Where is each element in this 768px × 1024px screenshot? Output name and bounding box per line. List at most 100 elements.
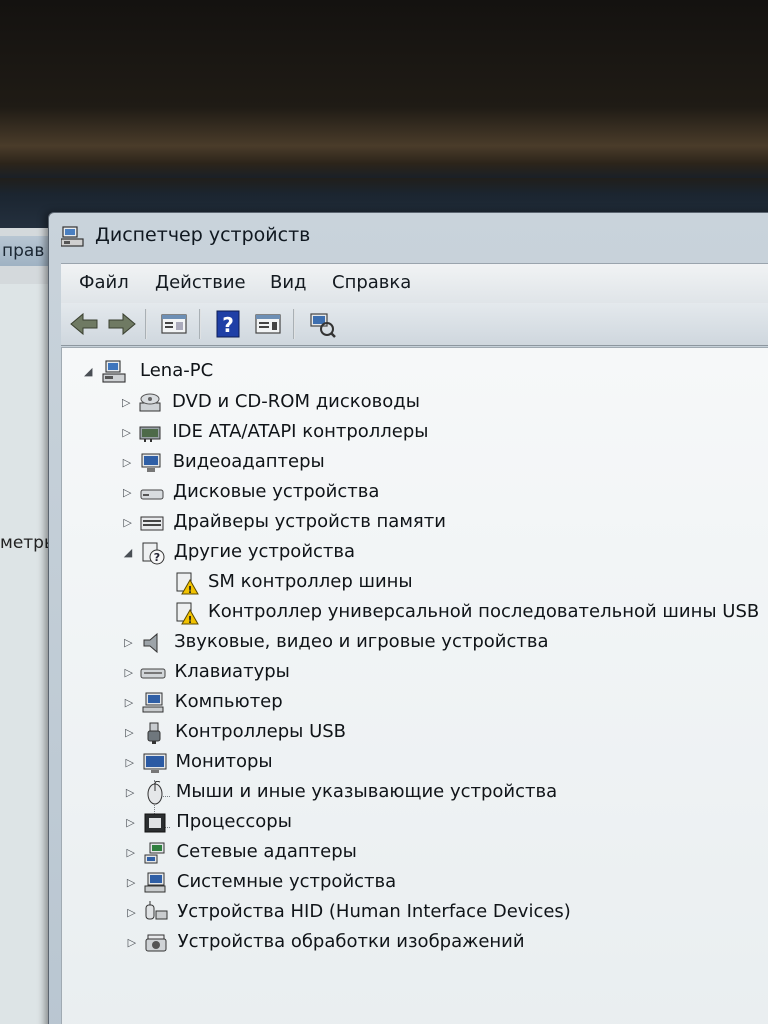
back-arrow-icon[interactable] (67, 308, 101, 340)
disk-drive-icon (140, 489, 164, 500)
warning-device-icon: ! (176, 602, 199, 625)
dvd-drive-icon (139, 393, 161, 412)
menu-view[interactable]: Вид (270, 272, 307, 293)
tree-item[interactable]: ▷ Клавиатуры (124, 659, 762, 687)
tree-item[interactable]: ▷ Видеоадаптеры (123, 449, 762, 477)
tree-item[interactable]: ▷ Устройства HID (Human Interface Devices… (127, 899, 762, 927)
warning-device-icon: ! (176, 572, 199, 595)
processor-icon (144, 813, 166, 833)
collapse-arrow-icon[interactable]: ◢ (84, 366, 94, 378)
expand-arrow-icon[interactable]: ▷ (126, 757, 136, 769)
tree-item[interactable]: ▷ Компьютер (125, 689, 762, 717)
tree-item[interactable]: ▷ IDE ATA/ATAPI контроллеры (122, 419, 762, 447)
svg-text:!: ! (188, 585, 193, 595)
device-manager-icon (61, 226, 84, 247)
tree-item-label: Мыши и иные указывающие устройства (175, 781, 558, 802)
unknown-device-icon: ? (142, 542, 165, 565)
tree-item[interactable]: ▷ Звуковые, видео и игровые устройства (124, 629, 762, 657)
menu-help[interactable]: Справка (332, 272, 411, 293)
tree-item[interactable]: ▷ Процессоры (126, 809, 762, 837)
tree-item[interactable]: ▷ Системные устройства (127, 869, 762, 897)
tree-item-label: Процессоры (176, 811, 292, 832)
tree-item-label: Другие устройства (173, 541, 356, 562)
tree-item-label: Компьютер (174, 691, 283, 712)
tree-root[interactable]: ◢ Lena-PC (78, 358, 278, 386)
expand-arrow-icon[interactable]: ▷ (124, 637, 134, 649)
tree-item[interactable]: ▷ Устройства обработки изображений (128, 929, 762, 957)
forward-arrow-icon[interactable] (105, 308, 139, 340)
ide-controller-icon (139, 426, 161, 442)
tree-item-label: Сетевые адаптеры (176, 841, 357, 862)
expand-arrow-icon[interactable]: ▷ (126, 817, 136, 829)
expand-arrow-icon[interactable]: ▷ (127, 847, 137, 859)
computer-icon (142, 692, 164, 713)
tree-item-label: Контроллеры USB (175, 721, 347, 742)
tree-child-item[interactable]: ! SM контроллер шины (174, 569, 762, 597)
expand-arrow-icon[interactable]: ▷ (124, 667, 134, 679)
menu-action[interactable]: Действие (155, 272, 246, 293)
tree-item-label: Устройства обработки изображений (177, 931, 525, 952)
tree-item[interactable]: ▷ DVD и CD-ROM дисководы (122, 389, 762, 417)
tree-item[interactable]: ▷ Контроллеры USB (125, 719, 762, 747)
tree-item[interactable]: ▷ Драйверы устройств памяти (123, 509, 762, 537)
photo-stage: прав метры Диспетчер устройств Файл Дейс… (0, 0, 768, 1024)
computer-root-icon (102, 360, 126, 383)
tree-child-item[interactable]: ! Контроллер универсальной последовательн… (174, 599, 762, 627)
expand-arrow-icon[interactable]: ▷ (123, 457, 133, 469)
tree-item-label: Системные устройства (176, 871, 397, 892)
help-icon[interactable]: ? (211, 308, 245, 340)
tree-item-label: Дисковые устройства (173, 481, 380, 502)
tree-item-label: DVD и CD-ROM дисководы (172, 391, 420, 412)
tree-item-label: Клавиатуры (174, 661, 290, 682)
tree-item-label: Звуковые, видео и игровые устройства (174, 631, 549, 652)
tree-item[interactable]: ▷ Дисковые устройства (123, 479, 762, 507)
toolbar-separator (293, 309, 295, 339)
window-title: Диспетчер устройств (95, 224, 311, 246)
device-manager-window: Диспетчер устройств Файл Действие Вид Сп… (48, 212, 768, 1024)
expand-arrow-icon[interactable]: ▷ (125, 727, 135, 739)
expand-arrow-icon[interactable]: ▷ (122, 427, 132, 439)
tree-root-label: Lena-PC (140, 360, 214, 381)
scan-hardware-icon[interactable] (305, 308, 339, 340)
usb-icon (147, 722, 161, 744)
network-adapter-icon (144, 842, 165, 864)
tree-item-label: Контроллер универсальной последовательно… (208, 601, 760, 622)
expand-arrow-icon[interactable]: ▷ (122, 397, 132, 409)
svg-text:!: ! (188, 615, 193, 625)
title-bar[interactable]: Диспетчер устройств (49, 213, 768, 257)
keyboard-icon (140, 668, 166, 679)
expand-arrow-icon[interactable]: ▷ (125, 697, 135, 709)
collapse-arrow-icon[interactable]: ◢ (124, 547, 134, 559)
tree-item-label: Мониторы (175, 751, 273, 772)
monitor-icon (143, 753, 166, 773)
display-adapter-icon (141, 453, 161, 472)
menu-file[interactable]: Файл (79, 272, 129, 293)
tree-item-label: Устройства HID (Human Interface Devices) (177, 901, 571, 922)
tree-item[interactable]: ▷ Сетевые адаптеры (127, 839, 762, 867)
speaker-icon (143, 632, 158, 654)
expand-arrow-icon[interactable]: ▷ (127, 907, 137, 919)
hid-device-icon (145, 901, 168, 920)
expand-arrow-icon[interactable]: ▷ (127, 877, 137, 889)
tree-item[interactable]: ▷ Мониторы (126, 749, 763, 777)
update-driver-icon[interactable] (251, 308, 285, 340)
tree-item[interactable]: ▷ Мыши и иные указывающие устройства (126, 779, 762, 807)
toolbar: ? (61, 303, 768, 346)
properties-icon[interactable] (157, 308, 191, 340)
expand-arrow-icon[interactable]: ▷ (123, 487, 133, 499)
tree-item-label: IDE ATA/ATAPI контроллеры (172, 421, 429, 442)
memory-device-icon (140, 516, 164, 531)
tree-item-label: Видеоадаптеры (172, 451, 325, 472)
svg-text:?: ? (154, 551, 160, 564)
expand-arrow-icon[interactable]: ▷ (126, 787, 136, 799)
tree-item-label: Драйверы устройств памяти (173, 511, 446, 532)
toolbar-separator (145, 309, 147, 339)
device-tree: ◢ Lena-PC ▷ DVD и CD-ROM дисководы ▷ IDE AT… (61, 347, 768, 1024)
imaging-device-icon (145, 934, 167, 952)
svg-text:?: ? (222, 313, 234, 337)
tree-item[interactable]: ◢? Другие устройства (124, 539, 762, 567)
expand-arrow-icon[interactable]: ▷ (128, 937, 138, 949)
mouse-icon (147, 781, 163, 805)
toolbar-separator (199, 309, 201, 339)
expand-arrow-icon[interactable]: ▷ (123, 517, 133, 529)
